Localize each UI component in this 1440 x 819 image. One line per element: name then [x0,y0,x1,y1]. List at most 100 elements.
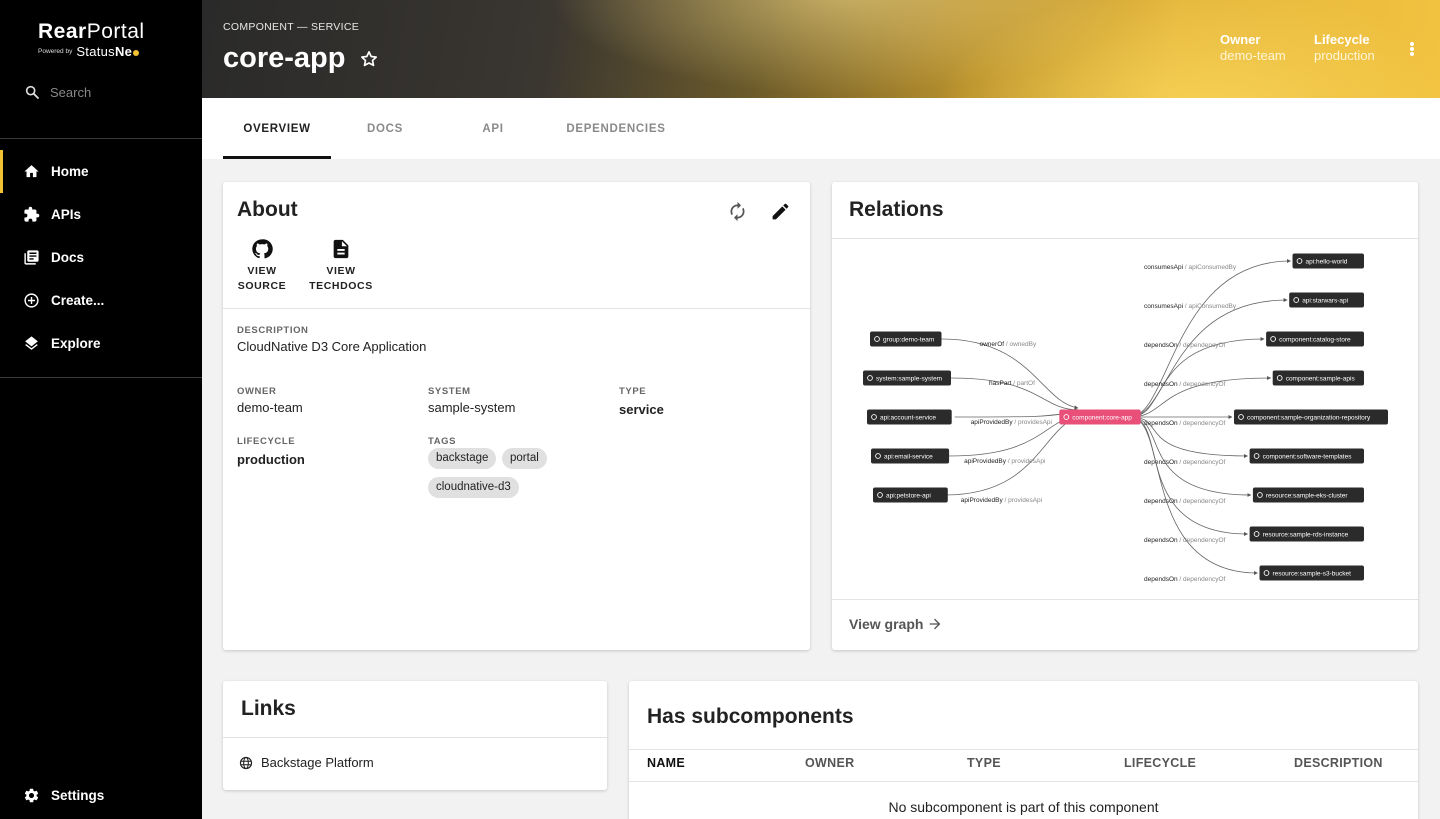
sidebar-item-settings[interactable]: Settings [23,787,104,804]
sidebar-item-home[interactable]: Home [0,150,202,193]
library-icon [24,250,39,265]
relation-label: consumesApi / apiConsumedBy [1144,264,1237,271]
sidebar-divider [0,377,202,378]
relations-card: Relations ownerOf / ownedBy hasPart / par… [832,182,1418,650]
sidebar-item-docs[interactable]: Docs [0,236,202,279]
header-lifecycle-label: Lifecycle [1314,32,1370,47]
view-graph-link[interactable]: View graph [849,616,943,632]
header-owner: Owner demo-team [1220,32,1286,63]
gear-icon [24,788,39,803]
system-link[interactable]: sample-system [428,400,515,415]
logo[interactable]: RearPortal Powered by StatusNe [38,20,178,59]
column-header-description[interactable]: DESCRIPTION [1294,756,1383,770]
refresh-button[interactable] [727,201,748,222]
type-field: TYPE service [619,386,664,417]
column-header-type[interactable]: TYPE [967,756,1001,770]
sidebar-item-explore[interactable]: Explore [0,322,202,365]
relation-label: consumesApi / apiConsumedBy [1144,303,1237,310]
sidebar-item-label: Create... [51,293,105,308]
tab-dependencies[interactable]: DEPENDENCIES [547,98,685,159]
graph-node-label: system:sample-system [876,375,942,382]
sidebar-item-create[interactable]: Create... [0,279,202,322]
graph-node-label: resource:sample-eks-cluster [1266,492,1348,499]
relation-label: dependsOn / dependencyOf [1144,381,1226,388]
about-title: About [237,198,298,221]
header-owner-value[interactable]: demo-team [1220,48,1286,63]
tag-chip: backstage [428,448,497,469]
header-lifecycle-value: production [1314,48,1375,63]
graph-node-label: component:sample-apis [1286,375,1356,382]
links-divider [223,737,607,738]
lifecycle-label: LIFECYCLE [237,436,296,447]
page-title: core-app [223,42,379,75]
about-card: About VIEW SOURCE VIEW TECHDOCS DESCRIPT… [223,182,810,650]
description-field: DESCRIPTION CloudNative D3 Core Applicat… [237,325,426,354]
relations-graph[interactable]: ownerOf / ownedBy hasPart / partOf apiProv… [832,240,1418,600]
header-lifecycle: Lifecycle production [1314,32,1375,63]
relation-label: apiProvidedBy / providesApi [971,419,1052,426]
search-icon [25,85,39,99]
layers-icon [25,336,38,350]
link-item[interactable]: Backstage Platform [239,755,374,770]
links-card: Links Backstage Platform [223,681,607,790]
owner-link[interactable]: demo-team [237,400,303,415]
graph-node-label: api:starwars-api [1302,297,1348,304]
logo-dot-icon [133,49,140,56]
relation-edge [941,338,1079,410]
sidebar-item-label: Explore [51,336,101,351]
relations-title: Relations [849,198,944,221]
relation-edge [1129,298,1288,418]
document-icon [333,239,349,259]
active-tab-indicator [223,156,331,159]
view-techdocs-button[interactable]: VIEW TECHDOCS [308,238,374,294]
globe-icon [239,756,253,769]
subcomponents-title: Has subcomponents [647,705,854,728]
type-value: service [619,402,664,417]
sidebar-item-apis[interactable]: APIs [0,193,202,236]
column-header-owner[interactable]: OWNER [805,756,854,770]
owner-label: OWNER [237,386,277,397]
graph-node-label: api:email-service [884,453,933,460]
relations-divider [832,238,1418,239]
relation-label: apiProvidedBy / providesApi [961,497,1042,504]
view-source-button[interactable]: VIEW SOURCE [237,238,287,294]
entity-kind: COMPONENT — SERVICE [223,21,360,33]
tab-docs[interactable]: DOCS [331,98,439,159]
graph-node-label: api:account-service [880,414,936,421]
view-techdocs-label-2: TECHDOCS [309,280,373,292]
view-source-label: VIEW [247,265,277,277]
star-icon[interactable] [359,49,379,69]
graph-node-label: component:sample-organization-repository [1247,414,1371,421]
link-label: Backstage Platform [261,755,374,770]
about-divider [223,308,810,309]
description-label: DESCRIPTION [237,325,309,336]
sidebar-search[interactable]: Search [24,84,91,100]
tab-overview[interactable]: OVERVIEW [223,98,331,159]
graph-node-label: group:demo-team [883,336,934,343]
arrow-right-icon [930,618,941,630]
tab-api[interactable]: API [439,98,547,159]
tags-field: TAGS [428,436,456,447]
column-header-lifecycle[interactable]: LIFECYCLE [1124,756,1196,770]
graph-node-label: component:catalog-store [1279,336,1351,343]
edit-icon [772,203,789,220]
column-header-name[interactable]: NAME [647,756,685,770]
sidebar: RearPortal Powered by StatusNe Search Ho… [0,0,202,819]
github-icon [252,239,273,259]
relation-label: dependsOn / dependencyOf [1144,576,1226,583]
links-title: Links [241,697,296,720]
entity-header: COMPONENT — SERVICE core-app Owner demo-… [202,0,1440,98]
more-menu-icon[interactable] [1403,38,1421,60]
owner-field: OWNER demo-team [237,386,303,415]
entity-tabs: OVERVIEW DOCS API DEPENDENCIES [202,98,1440,159]
settings-label: Settings [51,788,105,803]
logo-tagline: Powered by StatusNe [38,44,178,59]
graph-node-label: api:petstore-api [886,492,931,499]
home-icon [24,165,39,178]
view-source-label-2: SOURCE [237,280,287,292]
header-owner-label: Owner [1220,32,1261,47]
table-divider [629,749,1418,750]
edit-button[interactable] [770,201,791,222]
relation-label: dependsOn / dependencyOf [1144,498,1226,505]
subcomponents-card: Has subcomponents NAME OWNER TYPE LIFECY… [629,681,1418,819]
